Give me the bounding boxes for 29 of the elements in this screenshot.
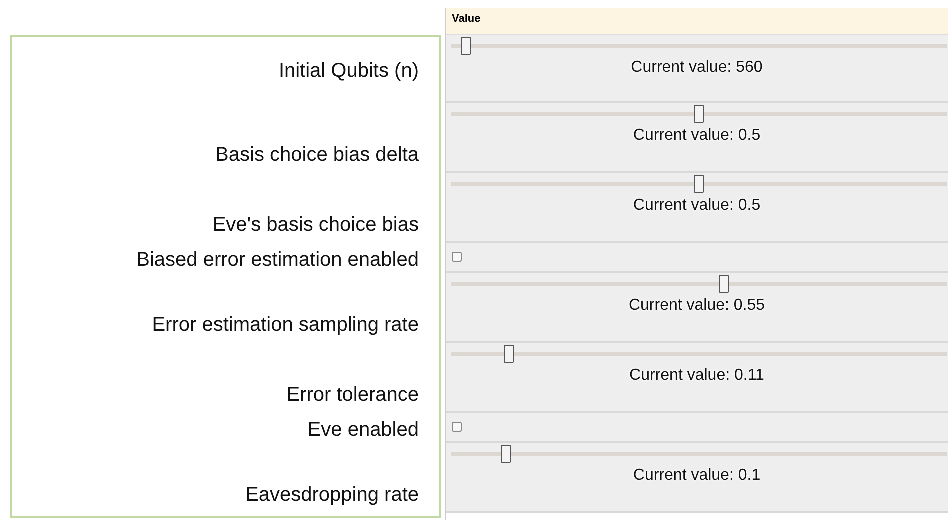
slider[interactable] <box>451 175 947 193</box>
checkbox[interactable] <box>452 252 462 262</box>
parameter-label: Error estimation sampling rate <box>152 314 419 337</box>
parameter-label: Eavesdropping rate <box>246 484 419 507</box>
slider[interactable] <box>451 105 947 123</box>
current-value: Current value: 0.55 <box>628 297 766 315</box>
slider[interactable] <box>451 445 947 463</box>
parameter-label: Eve enabled <box>308 418 419 442</box>
parameter-label: Biased error estimation enabled <box>136 248 419 272</box>
current-value: Current value: 0.5 <box>632 127 762 145</box>
slider[interactable] <box>451 37 947 55</box>
current-value: Current value: 560 <box>630 59 764 77</box>
parameter-label: Basis choice bias delta <box>216 144 419 167</box>
slider[interactable] <box>451 345 947 363</box>
current-value: Current value: 0.1 <box>632 467 762 485</box>
slider-thumb[interactable] <box>500 445 511 463</box>
parameter-label: Initial Qubits (n) <box>278 60 419 82</box>
slider-thumb[interactable] <box>460 37 471 55</box>
current-value: Current value: 0.5 <box>632 197 762 215</box>
column-header: Value <box>446 8 948 35</box>
checkbox[interactable] <box>452 422 462 432</box>
parameter-label: Eve's basis choice bias <box>212 214 419 237</box>
current-value: Current value: 0.11 <box>628 367 766 385</box>
slider-thumb[interactable] <box>694 105 704 123</box>
parameter-label: Error tolerance <box>286 384 419 407</box>
slider-thumb[interactable] <box>504 345 514 363</box>
slider-thumb[interactable] <box>718 275 729 293</box>
slider[interactable] <box>451 275 947 293</box>
slider-thumb[interactable] <box>694 175 704 193</box>
